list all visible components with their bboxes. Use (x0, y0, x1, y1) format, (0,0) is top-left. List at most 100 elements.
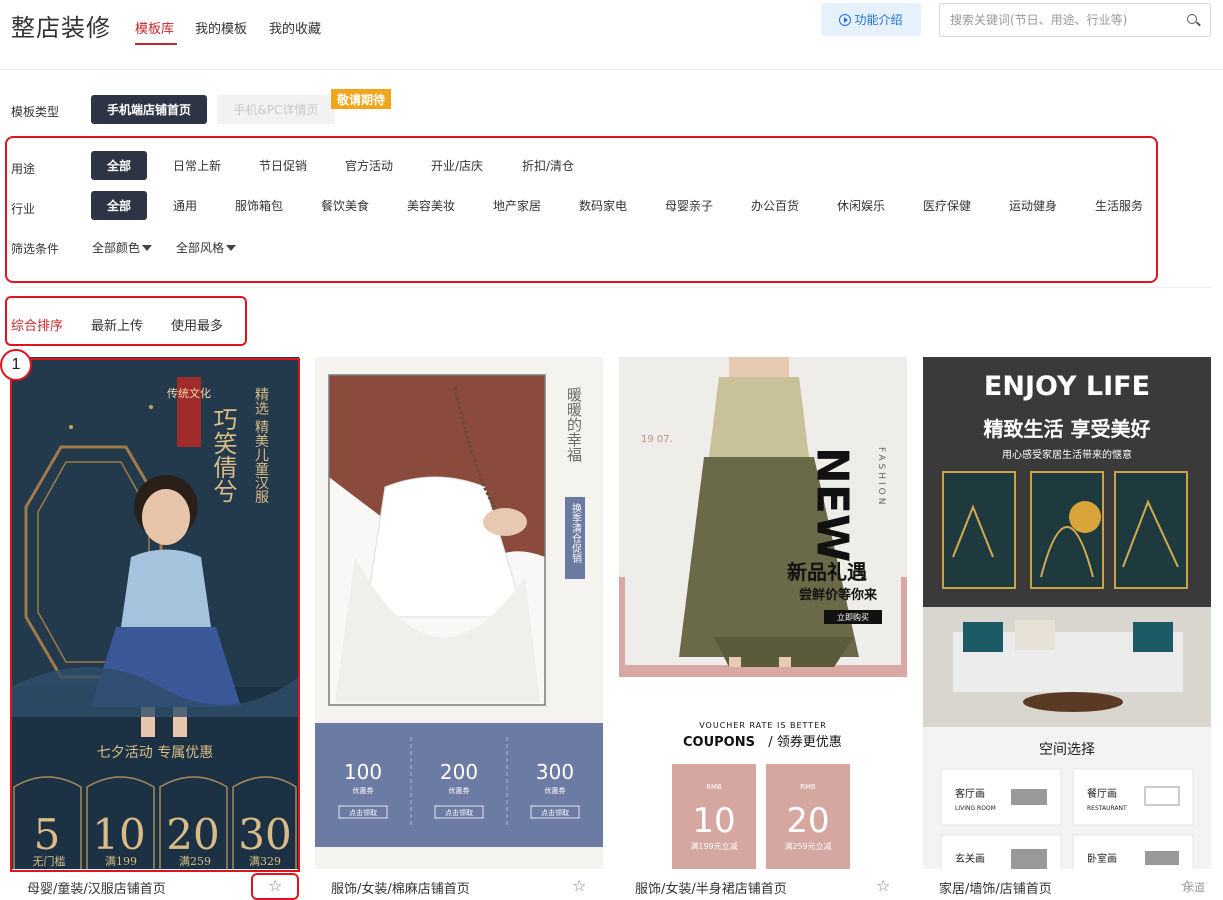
sort-newest[interactable]: 最新上传 (91, 315, 143, 334)
card2-tag: 换季清仓促销 (570, 502, 582, 564)
card4-room-en: LIVING ROOM (955, 805, 996, 812)
template-preview-image[interactable]: ENJOY LIFE 精致生活 享受美好 用心感受家居生活带来的惬意 空间选择 (923, 357, 1211, 869)
card3-headline: 新品礼遇 (787, 560, 867, 584)
card4-enjoy: ENJOY LIFE (984, 371, 1150, 402)
card3-coupon-value: 20 (786, 801, 829, 841)
color-dropdown-label: 全部颜色 (92, 241, 141, 255)
card3-coupon-currency: RMB (800, 783, 816, 791)
star-icon[interactable]: ☆ (572, 876, 586, 895)
seal-line-1: 传统文化 (167, 386, 211, 400)
header: 整店装修 模板库 我的模板 我的收藏 功能介绍 (0, 0, 1223, 70)
industry-chip-apparel[interactable]: 服饰箱包 (235, 191, 283, 220)
card3-coupon-note: 满199元立减 (690, 841, 737, 851)
template-title[interactable]: 服饰/女装/半身裙店铺首页 (635, 878, 787, 897)
style-dropdown-label: 全部风格 (176, 241, 225, 255)
feature-intro-button[interactable]: 功能介绍 (821, 3, 921, 36)
card3-coupon-currency: RMB (706, 783, 722, 791)
usage-chip-official[interactable]: 官方活动 (345, 151, 393, 180)
template-type-label: 模板类型 (11, 105, 60, 119)
template-preview-image[interactable]: 19 07. NEW FASHION 新品礼遇 尝鲜价等你来 立即购买 VOUC… (619, 357, 907, 869)
industry-chip-fitness[interactable]: 运动健身 (1009, 191, 1057, 220)
card3-coupon-note: 满259元立减 (784, 841, 831, 851)
card1-vertical-text: 精选 精美儿童汉服 (253, 387, 269, 505)
card1-coupon-note: 满329 (249, 855, 281, 868)
card3-voucher-bold: COUPONS (683, 735, 755, 750)
card3-sub: 尝鲜价等你来 (799, 587, 878, 603)
industry-chip-digital[interactable]: 数码家电 (579, 191, 627, 220)
template-card[interactable]: 传统文化 巧笑倩兮 精选 精美儿童汉服 七夕活动 专属优惠 5 10 20 30… (11, 357, 299, 900)
annotation-number-badge: 1 (0, 349, 32, 381)
template-preview-image[interactable]: 传统文化 巧笑倩兮 精选 精美儿童汉服 七夕活动 专属优惠 5 10 20 30… (11, 357, 299, 869)
usage-chip-all[interactable]: 全部 (91, 151, 147, 180)
color-dropdown[interactable]: 全部颜色 (92, 239, 153, 256)
card2-coupon-button: 点击领取 (349, 808, 377, 817)
star-icon[interactable]: ☆ (268, 876, 282, 895)
coming-soon-badge: 敬请期待 (331, 89, 391, 109)
template-preview-image[interactable]: 暖暖的幸福 换季清仓促销 100 200 300 优惠券 优惠券 优惠券 点击领… (315, 357, 603, 869)
industry-chip-all[interactable]: 全部 (91, 191, 147, 220)
card4-headline: 精致生活 享受美好 (984, 417, 1151, 441)
divider (11, 287, 1211, 288)
industry-chip-baby[interactable]: 母婴亲子 (665, 191, 713, 220)
card2-coupon-small: 优惠券 (353, 786, 374, 795)
card2-coupon-small: 优惠券 (449, 786, 470, 795)
industry-chip-services[interactable]: 生活服务 (1095, 191, 1143, 220)
card4-room-en: RESTAURANT (1087, 805, 1127, 812)
card1-coupon-value: 5 (34, 810, 61, 859)
card3-date: 19 07. (641, 434, 673, 445)
condition-label: 筛选条件 (11, 242, 60, 256)
tab-my-templates[interactable]: 我的模板 (195, 18, 247, 37)
card1-event: 七夕活动 专属优惠 (97, 745, 213, 761)
card4-room: 卧室画 (1087, 852, 1117, 865)
card1-coupon-note: 满199 (105, 855, 137, 868)
template-card[interactable]: 19 07. NEW FASHION 新品礼遇 尝鲜价等你来 立即购买 VOUC… (619, 357, 907, 900)
industry-chip-office[interactable]: 办公百货 (751, 191, 799, 220)
card2-poem: 暖暖的幸福 (565, 387, 583, 462)
type-mobile-pc-detail: 手机&PC详情页 (217, 95, 335, 124)
usage-chip-holiday[interactable]: 节日促销 (259, 151, 307, 180)
card1-coupon-value: 30 (238, 810, 291, 859)
card4-room: 餐厅画 (1087, 787, 1117, 800)
style-dropdown[interactable]: 全部风格 (176, 239, 237, 256)
usage-chip-opening[interactable]: 开业/店庆 (431, 151, 483, 180)
template-title[interactable]: 服饰/女装/棉麻店铺首页 (331, 878, 470, 897)
card1-headline: 巧笑倩兮 (209, 407, 237, 503)
template-title[interactable]: 家居/墙饰/店铺首页 (939, 878, 1052, 897)
card4-sub: 用心感受家居生活带来的惬意 (1002, 448, 1132, 461)
search-icon[interactable] (1187, 14, 1197, 24)
search-input[interactable] (950, 11, 1180, 29)
star-icon[interactable]: ☆ (876, 876, 890, 895)
active-tab-underline (135, 43, 177, 45)
usage-label: 用途 (11, 162, 36, 176)
tab-template-library[interactable]: 模板库 (135, 18, 174, 37)
tab-my-favorites[interactable]: 我的收藏 (269, 18, 321, 37)
template-card[interactable]: 暖暖的幸福 换季清仓促销 100 200 300 优惠券 优惠券 优惠券 点击领… (315, 357, 603, 900)
card4-room: 玄关画 (955, 852, 985, 865)
industry-chip-home[interactable]: 地产家居 (493, 191, 541, 220)
industry-chip-medical[interactable]: 医疗保健 (923, 191, 971, 220)
card3-coupon-value: 10 (692, 801, 735, 841)
card2-coupon-button: 点击领取 (541, 808, 569, 817)
usage-chip-daily-new[interactable]: 日常上新 (173, 151, 221, 180)
play-circle-icon (839, 13, 852, 26)
caret-down-icon (226, 244, 237, 251)
sort-comprehensive[interactable]: 综合排序 (11, 315, 63, 334)
app-title: 整店装修 (11, 14, 111, 42)
card2-coupon-value: 100 (344, 760, 382, 784)
card2-coupon-value: 200 (440, 760, 478, 784)
usage-chip-discount[interactable]: 折扣/清仓 (522, 151, 574, 180)
industry-chip-general[interactable]: 通用 (173, 191, 197, 220)
template-card[interactable]: ENJOY LIFE 精致生活 享受美好 用心感受家居生活带来的惬意 空间选择 (923, 357, 1211, 900)
industry-chip-beauty[interactable]: 美容美妆 (407, 191, 455, 220)
card1-coupon-value: 20 (166, 810, 219, 859)
template-title[interactable]: 母婴/童装/汉服店铺首页 (27, 878, 166, 897)
industry-chip-food[interactable]: 餐饮美食 (321, 191, 369, 220)
card2-coupon-value: 300 (536, 760, 574, 784)
caret-down-icon (142, 244, 153, 251)
card3-voucher-cn: / 领券更优惠 (768, 734, 842, 750)
industry-chip-leisure[interactable]: 休闲娱乐 (837, 191, 885, 220)
sort-most-used[interactable]: 使用最多 (171, 315, 223, 334)
card3-voucher-top: VOUCHER RATE IS BETTER (699, 721, 827, 730)
card1-coupon-value: 10 (92, 810, 145, 859)
type-mobile-shop-home[interactable]: 手机端店铺首页 (91, 95, 207, 124)
